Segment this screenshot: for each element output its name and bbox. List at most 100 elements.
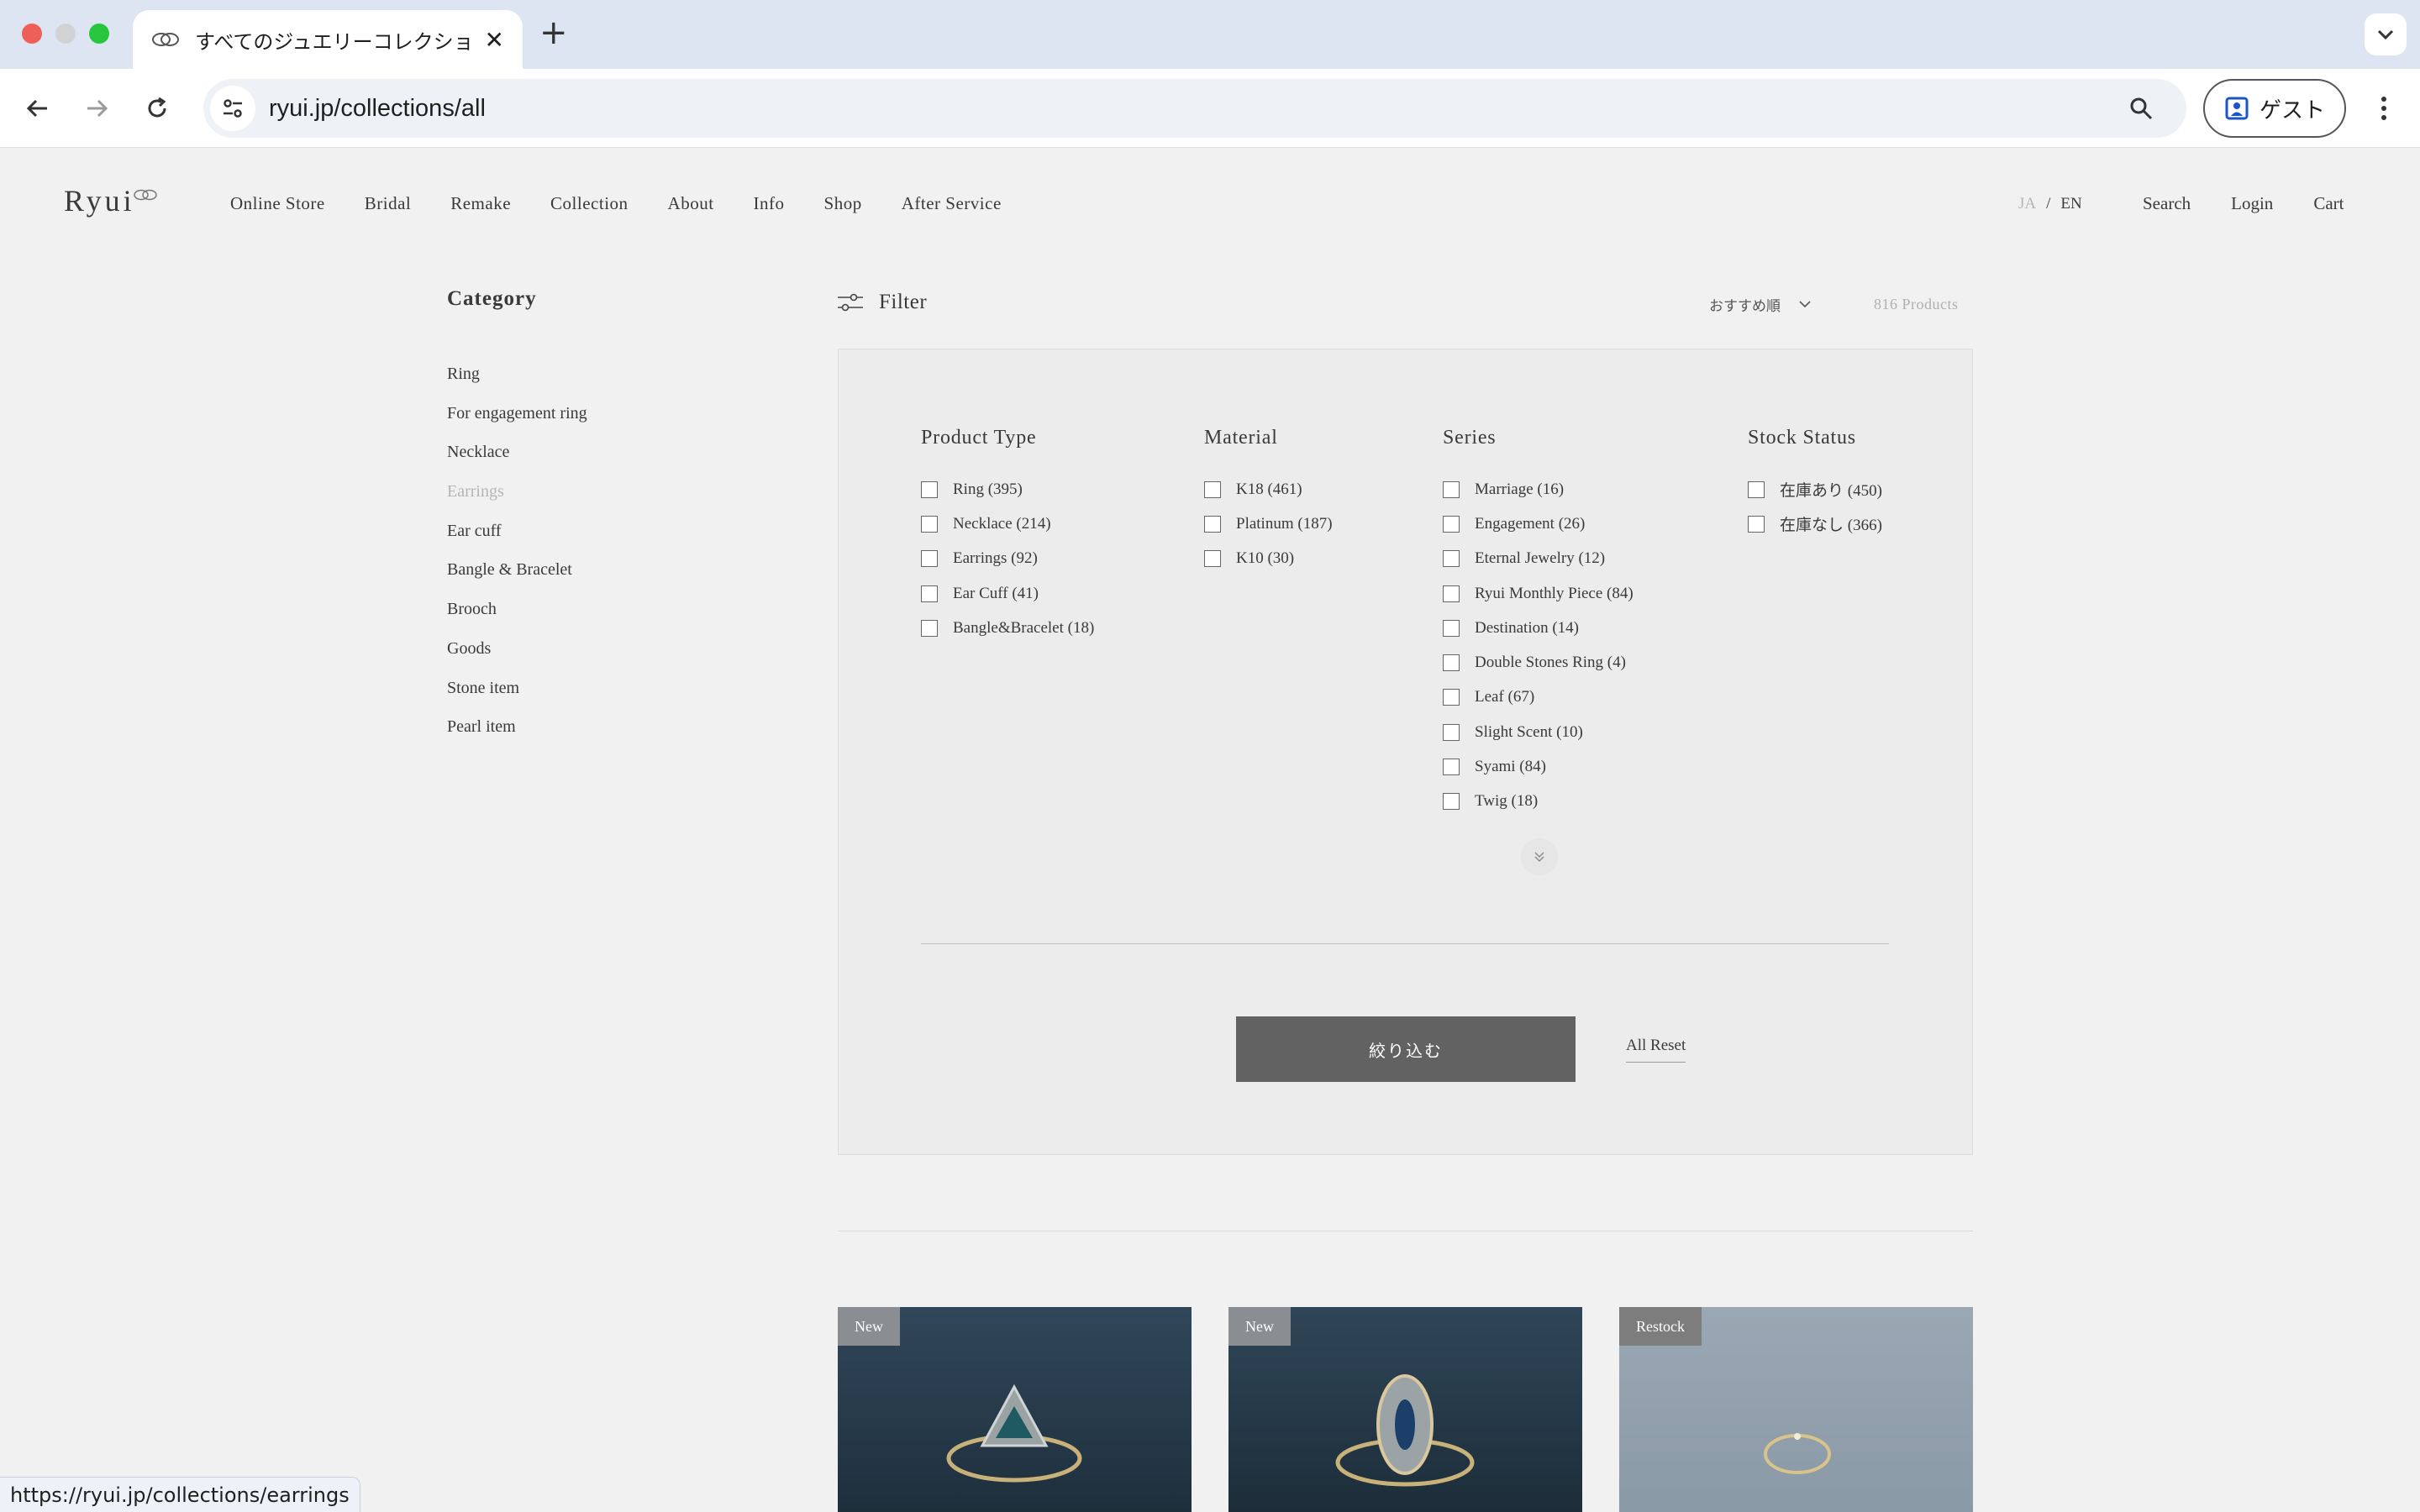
checkbox[interactable]: [921, 550, 938, 568]
product-card[interactable]: New: [1228, 1307, 1582, 1512]
filter-option[interactable]: Slight Scent (10): [1443, 715, 1634, 749]
show-more-series-button[interactable]: [1521, 838, 1558, 875]
checkbox[interactable]: [1204, 515, 1221, 533]
category-bangle-bracelet[interactable]: Bangle & Bracelet: [447, 560, 587, 600]
reload-button[interactable]: [136, 87, 178, 129]
site-logo[interactable]: Ryui: [64, 183, 135, 218]
sort-value: おすすめ順: [1709, 298, 1781, 315]
category-ear-cuff[interactable]: Ear cuff: [447, 522, 587, 561]
filter-label: Filter: [879, 291, 928, 313]
filter-option[interactable]: Ryui Monthly Piece (84): [1443, 576, 1634, 611]
checkbox[interactable]: [1443, 793, 1460, 811]
checkbox[interactable]: [1443, 515, 1460, 533]
filter-option[interactable]: Necklace (214): [921, 507, 1094, 541]
checkbox[interactable]: [921, 515, 938, 533]
filter-option[interactable]: Ear Cuff (41): [921, 576, 1094, 611]
site-info-button[interactable]: [210, 86, 255, 131]
address-bar[interactable]: ryui.jp/collections/all: [203, 79, 2186, 138]
checkbox[interactable]: [921, 585, 938, 602]
checkbox[interactable]: [1443, 723, 1460, 741]
filter-option[interactable]: Destination (14): [1443, 611, 1634, 645]
checkbox[interactable]: [1748, 480, 1765, 498]
checkbox[interactable]: [1443, 550, 1460, 568]
category-pearl-item[interactable]: Pearl item: [447, 717, 587, 757]
category-earrings[interactable]: Earrings: [447, 482, 587, 522]
lang-ja[interactable]: JA: [2018, 195, 2036, 213]
chevron-down-icon: [1799, 301, 1811, 308]
category-ring[interactable]: Ring: [447, 365, 587, 404]
nav-info[interactable]: Info: [754, 193, 785, 214]
all-reset-link[interactable]: All Reset: [1626, 1037, 1686, 1063]
new-tab-button[interactable]: +: [539, 13, 568, 52]
back-button[interactable]: [17, 87, 59, 129]
filter-option-label: Platinum (187): [1236, 514, 1333, 533]
url-text[interactable]: ryui.jp/collections/all: [269, 95, 2124, 123]
window-maximize-button[interactable]: [89, 24, 109, 44]
category-stone-item[interactable]: Stone item: [447, 679, 587, 718]
nav-collection[interactable]: Collection: [550, 193, 629, 214]
nav-search[interactable]: Search: [2143, 193, 2191, 214]
filter-option[interactable]: Platinum (187): [1204, 507, 1333, 541]
product-card[interactable]: Restock: [1619, 1307, 1973, 1512]
checkbox[interactable]: [1443, 619, 1460, 637]
category-goods[interactable]: Goods: [447, 639, 587, 679]
filter-group-series: Series Marriage (16) Engagement (26) Ete…: [1443, 427, 1634, 819]
filter-option-label: Destination (14): [1475, 618, 1580, 637]
filter-option[interactable]: 在庫あり (450): [1748, 472, 1882, 507]
browser-tab-active[interactable]: すべてのジュエリーコレクション ✕: [133, 10, 523, 69]
checkbox[interactable]: [1443, 759, 1460, 776]
filter-option[interactable]: Marriage (16): [1443, 472, 1634, 507]
filter-option[interactable]: K10 (30): [1204, 542, 1333, 576]
filter-option[interactable]: Bangle&Bracelet (18): [921, 611, 1094, 645]
window-minimize-button[interactable]: [55, 24, 76, 44]
lang-en[interactable]: EN: [2060, 195, 2081, 213]
nav-cart[interactable]: Cart: [2313, 193, 2344, 214]
checkbox[interactable]: [1443, 689, 1460, 706]
filter-option[interactable]: 在庫なし (366): [1748, 507, 1882, 541]
profile-guest-button[interactable]: ゲスト: [2203, 79, 2346, 138]
category-list: Ring For engagement ring Necklace Earrin…: [447, 365, 587, 757]
apply-filter-button[interactable]: 絞り込む: [1236, 1016, 1576, 1082]
checkbox[interactable]: [1748, 515, 1765, 533]
nav-login[interactable]: Login: [2231, 193, 2273, 214]
nav-about[interactable]: About: [668, 193, 714, 214]
filter-option-label: Leaf (67): [1475, 688, 1535, 706]
nav-bridal[interactable]: Bridal: [365, 193, 412, 214]
tab-close-icon[interactable]: ✕: [485, 26, 504, 54]
window-close-button[interactable]: [22, 24, 42, 44]
checkbox[interactable]: [1204, 550, 1221, 568]
filter-panel: Product Type Ring (395) Necklace (214) E…: [838, 349, 1973, 1155]
filter-option-label: Earrings (92): [953, 549, 1038, 568]
sort-select[interactable]: おすすめ順: [1709, 294, 1811, 315]
checkbox[interactable]: [921, 619, 938, 637]
forward-button[interactable]: [76, 87, 118, 129]
category-brooch[interactable]: Brooch: [447, 600, 587, 639]
checkbox[interactable]: [921, 480, 938, 498]
nav-remake[interactable]: Remake: [450, 193, 511, 214]
filter-toggle[interactable]: Filter: [837, 291, 927, 314]
filter-option[interactable]: Leaf (67): [1443, 680, 1634, 715]
filter-option[interactable]: K18 (461): [1204, 472, 1333, 507]
category-for-engagement-ring[interactable]: For engagement ring: [447, 404, 587, 444]
checkbox[interactable]: [1443, 654, 1460, 672]
filter-option[interactable]: Earrings (92): [921, 542, 1094, 576]
browser-menu-button[interactable]: [2363, 87, 2405, 129]
filter-option[interactable]: Double Stones Ring (4): [1443, 645, 1634, 680]
product-card[interactable]: New: [838, 1307, 1192, 1512]
tab-search-button[interactable]: [2365, 13, 2407, 55]
nav-shop[interactable]: Shop: [824, 193, 862, 214]
omnibox-search-button[interactable]: [2124, 92, 2158, 125]
tune-icon: [224, 99, 242, 118]
filter-option[interactable]: Twig (18): [1443, 785, 1634, 819]
checkbox[interactable]: [1443, 585, 1460, 602]
filter-option[interactable]: Engagement (26): [1443, 507, 1634, 541]
category-necklace[interactable]: Necklace: [447, 443, 587, 482]
filter-option[interactable]: Syami (84): [1443, 749, 1634, 784]
checkbox[interactable]: [1204, 480, 1221, 498]
product-count: 816 Products: [1874, 296, 1959, 312]
filter-option[interactable]: Eternal Jewelry (12): [1443, 542, 1634, 576]
checkbox[interactable]: [1443, 480, 1460, 498]
filter-option[interactable]: Ring (395): [921, 472, 1094, 507]
nav-after-service[interactable]: After Service: [902, 193, 1002, 214]
nav-online-store[interactable]: Online Store: [230, 193, 325, 214]
